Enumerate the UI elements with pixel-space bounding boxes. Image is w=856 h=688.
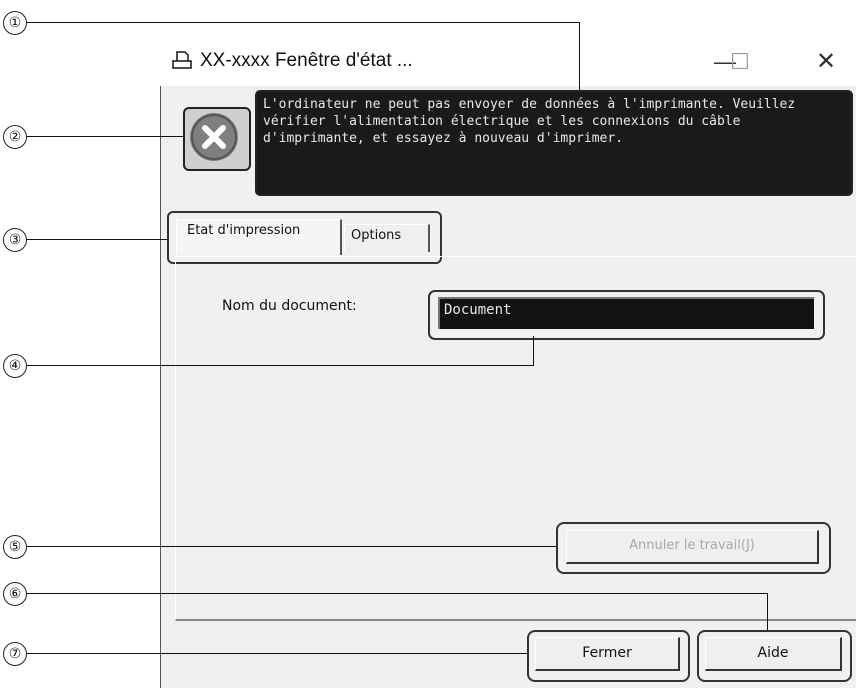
close-icon (191, 114, 237, 160)
callout-4-line-vertical (533, 336, 534, 366)
help-button[interactable]: Aide (705, 637, 842, 671)
callout-5: ⑤ (3, 535, 27, 559)
close-button[interactable]: Fermer (535, 637, 680, 671)
document-name-label: Nom du document: (222, 298, 357, 314)
callout-1-line (26, 22, 580, 23)
callout-7-line (26, 653, 527, 654)
tab-status-label: Etat d'impression (187, 223, 301, 238)
callout-4-line (26, 365, 534, 366)
document-name-field: Document (438, 297, 814, 329)
printer-icon (172, 51, 192, 69)
callout-3: ③ (3, 228, 27, 252)
callout-4: ④ (3, 354, 27, 378)
callout-6: ⑥ (3, 582, 27, 606)
error-icon (190, 113, 238, 161)
cancel-job-button[interactable]: Annuler le travail(J) (566, 530, 819, 564)
callout-5-line (26, 546, 556, 547)
tab-options-label: Options (351, 228, 402, 243)
callout-6-line-vertical (767, 593, 768, 630)
callout-2-line (26, 136, 183, 137)
callout-6-line (26, 593, 768, 594)
maximize-button[interactable]: ☐ (720, 44, 760, 80)
close-window-button[interactable]: ✕ (806, 44, 846, 80)
callout-3-line (26, 239, 167, 240)
status-message: L'ordinateur ne peut pas envoyer de donn… (255, 90, 853, 196)
window-title: XX-xxxx Fenêtre d'état ... (200, 50, 413, 71)
callout-2: ② (3, 125, 27, 149)
callout-1-line-vertical (579, 22, 580, 90)
tab-status[interactable]: Etat d'impression (176, 219, 342, 255)
callout-1: ① (3, 11, 27, 35)
tab-options[interactable]: Options (344, 224, 430, 252)
callout-7: ⑦ (3, 642, 27, 666)
